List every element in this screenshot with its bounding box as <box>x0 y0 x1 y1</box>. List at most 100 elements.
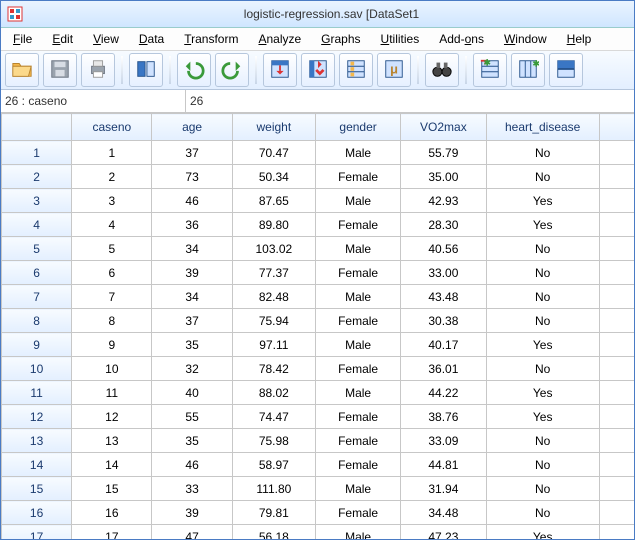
print-button[interactable] <box>81 53 115 87</box>
cell[interactable]: 55.79 <box>401 141 486 165</box>
recall-dialog-button[interactable] <box>129 53 163 87</box>
column-header[interactable]: VO2max <box>401 114 486 141</box>
menu-edit[interactable]: Edit <box>44 30 81 48</box>
cell[interactable]: 33.09 <box>401 429 486 453</box>
cell[interactable]: Female <box>315 429 400 453</box>
data-grid[interactable]: caseno age weight gender VO2max heart_di… <box>1 113 634 539</box>
cell[interactable]: 12 <box>72 405 152 429</box>
cell[interactable]: 35 <box>152 333 232 357</box>
menu-window[interactable]: Window <box>496 30 555 48</box>
cell[interactable]: No <box>486 261 599 285</box>
cell[interactable]: 77.37 <box>232 261 315 285</box>
cell[interactable]: 50.34 <box>232 165 315 189</box>
cell-empty[interactable] <box>599 429 634 453</box>
column-header[interactable]: weight <box>232 114 315 141</box>
cell-empty[interactable] <box>599 333 634 357</box>
cell[interactable]: Male <box>315 237 400 261</box>
active-cell-value[interactable]: 26 <box>186 90 634 112</box>
menu-data[interactable]: Data <box>131 30 172 48</box>
cell[interactable]: Yes <box>486 213 599 237</box>
menu-utilities[interactable]: Utilities <box>373 30 428 48</box>
cell[interactable]: 39 <box>152 261 232 285</box>
cell[interactable]: 38.76 <box>401 405 486 429</box>
cell[interactable]: 7 <box>72 285 152 309</box>
cell[interactable]: 17 <box>72 525 152 540</box>
cell[interactable]: 44.81 <box>401 453 486 477</box>
cell[interactable]: Female <box>315 357 400 381</box>
column-header-empty[interactable] <box>599 114 634 141</box>
cell-empty[interactable] <box>599 309 634 333</box>
cell[interactable]: Male <box>315 141 400 165</box>
cell[interactable]: Yes <box>486 189 599 213</box>
cell[interactable]: 10 <box>72 357 152 381</box>
run-descriptives-button[interactable]: μ <box>377 53 411 87</box>
row-header[interactable]: 16 <box>2 501 72 525</box>
goto-variable-button[interactable] <box>301 53 335 87</box>
cell[interactable]: Yes <box>486 381 599 405</box>
cell[interactable]: No <box>486 453 599 477</box>
cell[interactable]: 5 <box>72 237 152 261</box>
cell-empty[interactable] <box>599 237 634 261</box>
cell[interactable]: 32 <box>152 357 232 381</box>
cell[interactable]: 15 <box>72 477 152 501</box>
cell-empty[interactable] <box>599 141 634 165</box>
menu-help[interactable]: Help <box>559 30 600 48</box>
cell[interactable]: Yes <box>486 525 599 540</box>
cell[interactable]: 33 <box>152 477 232 501</box>
cell[interactable]: 34 <box>152 285 232 309</box>
column-header[interactable]: caseno <box>72 114 152 141</box>
insert-cases-button[interactable]: ✱ <box>473 53 507 87</box>
cell[interactable]: 47.23 <box>401 525 486 540</box>
cell[interactable]: 103.02 <box>232 237 315 261</box>
cell[interactable]: 37 <box>152 141 232 165</box>
cell[interactable]: 97.11 <box>232 333 315 357</box>
cell[interactable]: 43.48 <box>401 285 486 309</box>
cell[interactable]: Male <box>315 333 400 357</box>
cell[interactable]: Female <box>315 501 400 525</box>
cell[interactable]: No <box>486 237 599 261</box>
cell[interactable]: 3 <box>72 189 152 213</box>
cell-empty[interactable] <box>599 285 634 309</box>
cell[interactable]: 40.17 <box>401 333 486 357</box>
cell[interactable]: 73 <box>152 165 232 189</box>
column-header[interactable]: heart_disease <box>486 114 599 141</box>
cell-empty[interactable] <box>599 165 634 189</box>
cell[interactable]: Female <box>315 165 400 189</box>
cell[interactable]: 55 <box>152 405 232 429</box>
row-header[interactable]: 8 <box>2 309 72 333</box>
cell[interactable]: No <box>486 309 599 333</box>
cell[interactable]: Yes <box>486 405 599 429</box>
row-header[interactable]: 14 <box>2 453 72 477</box>
cell-empty[interactable] <box>599 477 634 501</box>
row-header[interactable]: 17 <box>2 525 72 540</box>
cell[interactable]: 34.48 <box>401 501 486 525</box>
cell[interactable]: 40.56 <box>401 237 486 261</box>
cell[interactable]: 11 <box>72 381 152 405</box>
cell[interactable]: 13 <box>72 429 152 453</box>
menu-view[interactable]: View <box>85 30 127 48</box>
row-header[interactable]: 7 <box>2 285 72 309</box>
row-header[interactable]: 11 <box>2 381 72 405</box>
cell[interactable]: 9 <box>72 333 152 357</box>
cell[interactable]: 8 <box>72 309 152 333</box>
cell[interactable]: Male <box>315 477 400 501</box>
cell[interactable]: 1 <box>72 141 152 165</box>
row-header[interactable]: 4 <box>2 213 72 237</box>
grid-corner[interactable] <box>2 114 72 141</box>
cell[interactable]: 70.47 <box>232 141 315 165</box>
goto-case-button[interactable] <box>263 53 297 87</box>
cell[interactable]: Female <box>315 309 400 333</box>
cell[interactable]: 89.80 <box>232 213 315 237</box>
cell-empty[interactable] <box>599 501 634 525</box>
cell[interactable]: No <box>486 141 599 165</box>
cell[interactable]: 44.22 <box>401 381 486 405</box>
cell[interactable]: No <box>486 501 599 525</box>
cell[interactable]: 40 <box>152 381 232 405</box>
cell[interactable]: 28.30 <box>401 213 486 237</box>
row-header[interactable]: 10 <box>2 357 72 381</box>
cell[interactable]: Female <box>315 453 400 477</box>
row-header[interactable]: 9 <box>2 333 72 357</box>
cell[interactable]: 74.47 <box>232 405 315 429</box>
cell[interactable]: 36 <box>152 213 232 237</box>
cell[interactable]: 37 <box>152 309 232 333</box>
